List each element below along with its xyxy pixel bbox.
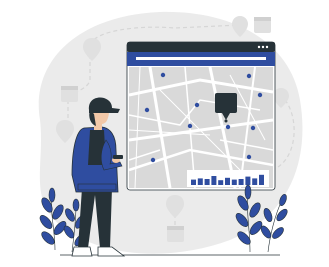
- browser-address-field: [136, 57, 266, 60]
- bar-chart-bar: [231, 179, 237, 185]
- map-dot: [187, 123, 193, 129]
- map-dot: [250, 125, 256, 131]
- map-dot: [246, 73, 252, 79]
- bar-chart-bar: [211, 176, 217, 185]
- window-dot-icon: [257, 45, 261, 49]
- map-dot: [246, 154, 252, 160]
- map-browser-window: [126, 41, 276, 191]
- map-dot: [225, 124, 231, 130]
- illustration-scene: [38, 11, 303, 257]
- map-dot: [194, 102, 200, 108]
- map-dot: [160, 72, 166, 78]
- window-dot-icon: [261, 45, 265, 49]
- bar-chart-bar: [197, 178, 203, 185]
- person-jacket-hem: [77, 183, 117, 191]
- browser-title-bar: [127, 42, 275, 52]
- bar-chart-bar: [238, 179, 244, 185]
- bar-chart-bar: [259, 174, 264, 185]
- map-dot: [150, 157, 156, 163]
- bar-chart-bar: [245, 176, 251, 185]
- phone-icon: [113, 155, 123, 159]
- calendar-icon: [61, 86, 78, 102]
- map-dot: [257, 92, 263, 98]
- person-shoe: [71, 246, 93, 257]
- bar-chart-bar: [225, 177, 230, 185]
- window-dot-icon: [265, 45, 269, 49]
- map-dot: [144, 107, 150, 113]
- calendar-icon: [167, 226, 184, 242]
- calendar-icon: [254, 17, 271, 33]
- bar-chart-bar: [218, 180, 224, 185]
- bar-chart-bar: [252, 178, 258, 185]
- bar-chart-bar: [204, 179, 210, 185]
- bar-chart-bar: [191, 179, 196, 185]
